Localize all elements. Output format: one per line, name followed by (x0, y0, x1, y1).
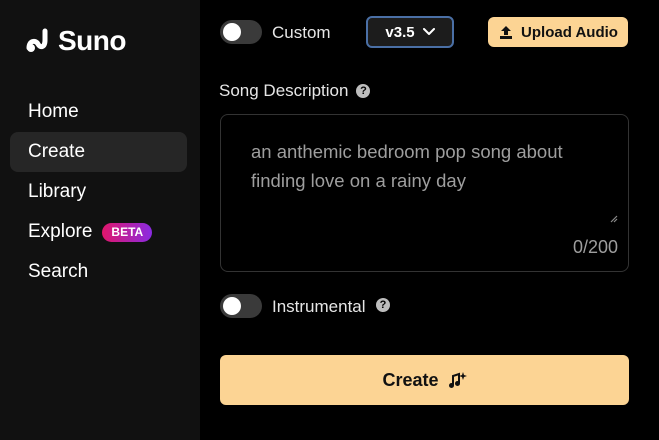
suno-logo-icon (26, 28, 48, 52)
instrumental-toggle[interactable] (220, 294, 262, 318)
chevron-down-icon (422, 28, 435, 35)
question-mark-icon[interactable]: ? (356, 84, 371, 98)
sidebar-nav: Home Create Library Explore BETA Search (10, 92, 187, 292)
create-button[interactable]: Create (220, 355, 629, 405)
instrumental-toggle-label: Instrumental (272, 297, 366, 316)
song-description-heading: Song Description ? (219, 81, 371, 101)
upload-icon (500, 26, 513, 39)
sidebar-item-label: Home (28, 101, 79, 122)
sidebar-item-search[interactable]: Search (10, 252, 187, 292)
resize-handle-icon[interactable] (610, 215, 618, 223)
sidebar-item-library[interactable]: Library (10, 172, 187, 212)
upload-audio-button[interactable]: Upload Audio (488, 17, 628, 47)
sidebar-item-label: Create (28, 141, 86, 162)
char-count: 0/200 (572, 237, 618, 257)
toggle-knob (223, 23, 241, 41)
song-description-placeholder: an anthemic bedroom pop song about findi… (251, 141, 563, 191)
sidebar-item-label: Library (28, 181, 87, 202)
create-button-label: Create (382, 369, 439, 390)
music-sparkle-icon (448, 372, 467, 388)
app-window: Suno Home Create Library Explore BETA Se… (0, 0, 659, 440)
song-description-label: Song Description (219, 81, 349, 100)
sidebar-item-label: Search (28, 261, 89, 282)
custom-toggle[interactable] (220, 20, 262, 44)
sidebar-item-explore[interactable]: Explore BETA (10, 212, 187, 252)
beta-badge: BETA (102, 222, 153, 242)
question-mark-icon[interactable]: ? (376, 298, 390, 312)
sidebar-item-label: Explore (28, 221, 93, 242)
song-description-input[interactable]: an anthemic bedroom pop song about findi… (220, 114, 629, 272)
logo[interactable]: Suno (26, 25, 127, 56)
toggle-knob (223, 297, 241, 315)
version-select[interactable]: v3.5 (366, 16, 454, 48)
brand-name: Suno (58, 25, 127, 56)
sidebar: Suno Home Create Library Explore BETA Se… (0, 0, 200, 440)
create-panel: Custom v3.5 Upload Audio Song Descriptio… (200, 0, 659, 440)
custom-toggle-label: Custom (272, 23, 331, 42)
upload-audio-label: Upload Audio (521, 23, 618, 41)
sidebar-item-home[interactable]: Home (10, 92, 187, 132)
version-value: v3.5 (385, 23, 415, 41)
sidebar-item-create[interactable]: Create (10, 132, 187, 172)
